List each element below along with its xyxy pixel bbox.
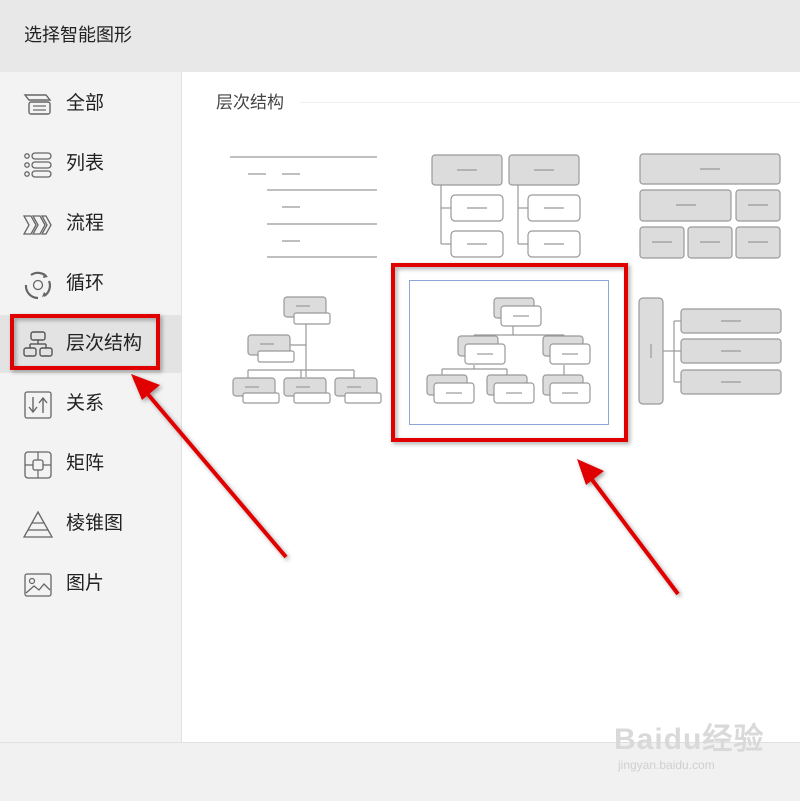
sidebar-item-process[interactable]: 流程 — [0, 195, 181, 253]
labeled-hierarchy-preview — [232, 296, 382, 404]
thumbnail-horizontal-bracket-list[interactable] — [636, 294, 786, 409]
sidebar-item-picture[interactable]: 图片 — [0, 555, 181, 613]
all-icon — [23, 94, 52, 115]
sidebar-item-label: 循环 — [66, 272, 105, 294]
thumbnail-horizontal-hierarchy-blocks[interactable] — [636, 150, 786, 262]
watermark-brand: Baidu经验 — [614, 723, 765, 756]
watermark: Baidu经验 jingyan.baidu.com — [614, 708, 794, 788]
sidebar-item-pyramid[interactable]: 棱锥图 — [0, 495, 181, 553]
horizontal-bracket-list-preview — [638, 297, 782, 405]
sidebar-item-matrix[interactable]: 矩阵 — [0, 435, 181, 493]
sidebar-item-label: 层次结构 — [66, 332, 143, 354]
horizontal-hierarchy-blocks-preview — [639, 153, 781, 259]
sidebar-item-relationship[interactable]: 关系 — [0, 375, 181, 433]
picture-icon — [24, 573, 52, 597]
pyramid-icon — [22, 510, 54, 538]
list-icon — [24, 152, 52, 178]
thumbnail-labeled-hierarchy[interactable] — [226, 292, 386, 407]
arrow-thumbnail — [588, 475, 680, 596]
sidebar-item-label: 全部 — [66, 92, 105, 114]
table-hierarchy-preview — [431, 154, 581, 258]
thumbnail-hierarchy-list[interactable] — [222, 146, 387, 266]
category-sidebar: 全部 列表 流程 循环 层次结构 关系 矩阵 棱锥图 图片 — [0, 72, 182, 742]
sidebar-item-hierarchy[interactable]: 层次结构 — [0, 315, 181, 373]
hierarchy-list-preview — [230, 156, 377, 258]
sidebar-item-all[interactable]: 全部 — [0, 75, 181, 133]
sidebar-item-label: 矩阵 — [66, 452, 105, 474]
sidebar-item-label: 图片 — [66, 572, 105, 594]
dialog-title: 选择智能图形 — [24, 25, 132, 46]
relationship-icon — [24, 391, 52, 419]
thumbnail-organization-chart[interactable] — [409, 280, 609, 425]
sidebar-item-label: 列表 — [66, 152, 105, 174]
thumbnail-table-hierarchy[interactable] — [425, 150, 590, 265]
sidebar-item-label: 关系 — [66, 392, 105, 414]
process-icon — [22, 215, 52, 235]
matrix-icon — [24, 451, 52, 479]
cycle-icon — [24, 271, 51, 300]
arrow-thumbnail-head — [577, 459, 604, 485]
sidebar-item-cycle[interactable]: 循环 — [0, 255, 181, 313]
dialog-title-bar: 选择智能图形 — [0, 0, 800, 72]
organization-chart-preview — [426, 297, 591, 404]
section-title: 层次结构 — [216, 93, 284, 113]
watermark-url: jingyan.baidu.com — [618, 758, 715, 772]
sidebar-item-label: 棱锥图 — [66, 512, 124, 534]
sidebar-item-list[interactable]: 列表 — [0, 135, 181, 193]
sidebar-item-label: 流程 — [66, 212, 105, 234]
section-divider — [300, 102, 800, 103]
hierarchy-icon — [23, 331, 53, 357]
